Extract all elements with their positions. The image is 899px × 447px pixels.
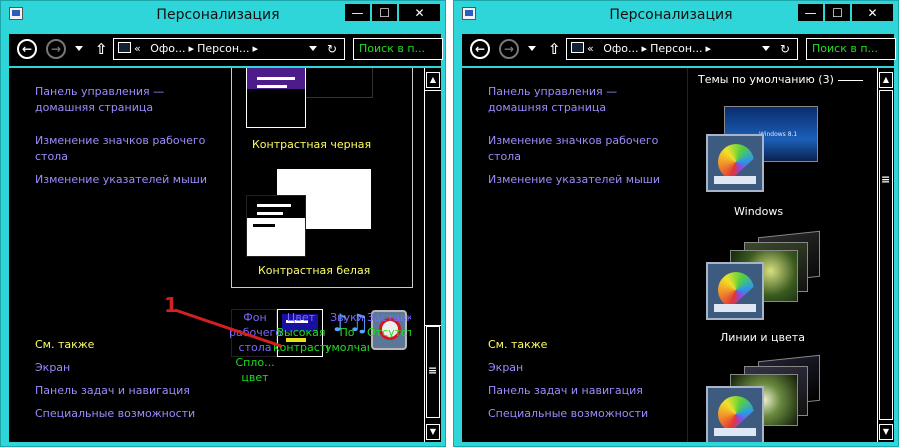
forward-icon[interactable]: →: [46, 39, 66, 59]
back-icon[interactable]: ←: [17, 39, 37, 59]
heading-rule: [838, 80, 863, 81]
address-toolbar: ← → ⇧ « Офо... ▸ Персон... ▸ ↻ Поиск в п...: [462, 34, 896, 66]
lines-and-colors-theme-thumb[interactable]: [706, 262, 764, 320]
control-panel-home-link-line2[interactable]: домашняя страница: [35, 100, 153, 116]
recent-pages-dropdown-icon[interactable]: [75, 46, 83, 51]
search-input[interactable]: Поиск в п...: [806, 38, 896, 60]
address-dropdown-icon[interactable]: [762, 46, 770, 51]
breadcrumb-item[interactable]: Персон...: [197, 42, 249, 55]
back-icon[interactable]: ←: [470, 39, 490, 59]
scroll-track[interactable]: [425, 90, 441, 326]
change-mouse-pointers-link[interactable]: Изменение указателей мыши: [35, 172, 207, 188]
refresh-icon[interactable]: ↻: [780, 38, 790, 60]
control-panel-home-link[interactable]: Панель управления —: [488, 84, 617, 100]
default-themes-heading[interactable]: Темы по умолчанию (3): [698, 73, 834, 86]
address-overflow[interactable]: «: [587, 42, 594, 55]
vertical-scrollbar[interactable]: ▲ ≡ ▼: [877, 68, 894, 442]
display-link[interactable]: Экран: [488, 360, 523, 376]
content-area: Панель управления — домашняя страница Из…: [9, 68, 441, 442]
address-dropdown-icon[interactable]: [309, 46, 317, 51]
minimize-button[interactable]: —: [344, 3, 371, 22]
high-contrast-white-label[interactable]: Контрастная белая: [258, 264, 370, 277]
up-level-icon[interactable]: ⇧: [548, 40, 561, 58]
address-overflow[interactable]: «: [134, 42, 141, 55]
address-toolbar: ← → ⇧ « Офо... ▸ Персон... ▸ ↻ Поиск в п...: [9, 34, 443, 66]
windows-theme-thumb[interactable]: [706, 134, 764, 192]
close-button[interactable]: ✕: [398, 3, 441, 22]
themes-divider: [687, 68, 688, 442]
maximize-button[interactable]: ☐: [371, 3, 398, 22]
refresh-icon[interactable]: ↻: [327, 38, 337, 60]
change-mouse-pointers-link[interactable]: Изменение указателей мыши: [488, 172, 660, 188]
task-pane: Панель управления — домашняя страница Из…: [9, 68, 231, 442]
breadcrumb-item[interactable]: Офо...: [603, 42, 638, 55]
forward-icon[interactable]: →: [499, 39, 519, 59]
control-panel-app-icon[interactable]: [9, 7, 23, 20]
see-also-heading: См. также: [488, 338, 548, 351]
up-level-icon[interactable]: ⇧: [95, 40, 108, 58]
window-title: Персонализация: [609, 7, 733, 23]
minimize-button[interactable]: —: [797, 3, 824, 22]
scroll-up-button[interactable]: ▲: [426, 72, 440, 88]
title-bar[interactable]: Персонализация — ☐ ✕: [454, 1, 898, 32]
control-panel-home-link[interactable]: Панель управления —: [35, 84, 164, 100]
personalization-window-left: Персонализация — ☐ ✕ ← → ⇧ « Офо... ▸ Перс…: [0, 0, 446, 447]
control-panel-icon: [571, 42, 584, 53]
lines-and-colors-theme-label[interactable]: Линии и цвета: [720, 331, 805, 344]
scroll-grip-icon: ≡: [428, 364, 438, 377]
screen-saver-label[interactable]: Заставка Отсутствует: [367, 310, 411, 340]
annotation-arrow-icon: [174, 308, 282, 348]
third-theme-thumb[interactable]: [706, 386, 764, 442]
scroll-thumb[interactable]: [879, 90, 893, 420]
vertical-scrollbar[interactable]: ▲ ≡ ▼: [424, 68, 441, 442]
see-also-heading: См. также: [35, 338, 95, 351]
high-contrast-black-theme-thumb[interactable]: [246, 68, 306, 128]
recent-pages-dropdown-icon[interactable]: [528, 46, 536, 51]
ease-of-access-link[interactable]: Специальные возможности: [488, 406, 648, 422]
breadcrumb-item[interactable]: Офо...: [150, 42, 185, 55]
sounds-label[interactable]: Звуки По умолчани: [325, 310, 369, 355]
taskbar-navigation-link[interactable]: Панель задач и навигация: [35, 383, 190, 399]
search-input[interactable]: Поиск в п...: [353, 38, 443, 60]
scroll-up-button[interactable]: ▲: [879, 72, 893, 88]
close-button[interactable]: ✕: [851, 3, 894, 22]
scroll-down-button[interactable]: ▼: [879, 424, 893, 440]
window-title: Персонализация: [156, 7, 280, 23]
title-bar[interactable]: Персонализация — ☐ ✕: [1, 1, 445, 32]
windows-theme-label[interactable]: Windows: [734, 205, 783, 218]
change-desktop-icons-link-line2[interactable]: стола: [35, 149, 68, 165]
high-contrast-black-label[interactable]: Контрастная черная: [252, 138, 371, 151]
content-area: Панель управления — домашняя страница Из…: [462, 68, 894, 442]
change-desktop-icons-link-line2[interactable]: стола: [488, 149, 521, 165]
scroll-down-button[interactable]: ▼: [426, 424, 440, 440]
high-contrast-white-theme-thumb[interactable]: [246, 195, 306, 257]
control-panel-home-link-line2[interactable]: домашняя страница: [488, 100, 606, 116]
change-desktop-icons-link[interactable]: Изменение значков рабочего: [488, 133, 658, 149]
change-desktop-icons-link[interactable]: Изменение значков рабочего: [35, 133, 205, 149]
control-panel-icon: [118, 42, 131, 53]
taskbar-navigation-link[interactable]: Панель задач и навигация: [488, 383, 643, 399]
ease-of-access-link[interactable]: Специальные возможности: [35, 406, 195, 422]
control-panel-app-icon[interactable]: [462, 7, 476, 20]
breadcrumb-item[interactable]: Персон...: [650, 42, 702, 55]
personalization-window-right: Персонализация — ☐ ✕ ← → ⇧ « Офо... ▸ Перс…: [453, 0, 899, 447]
task-pane: Панель управления — домашняя страница Из…: [462, 68, 684, 442]
scroll-grip-icon: ≡: [881, 173, 891, 186]
maximize-button[interactable]: ☐: [824, 3, 851, 22]
display-link[interactable]: Экран: [35, 360, 70, 376]
